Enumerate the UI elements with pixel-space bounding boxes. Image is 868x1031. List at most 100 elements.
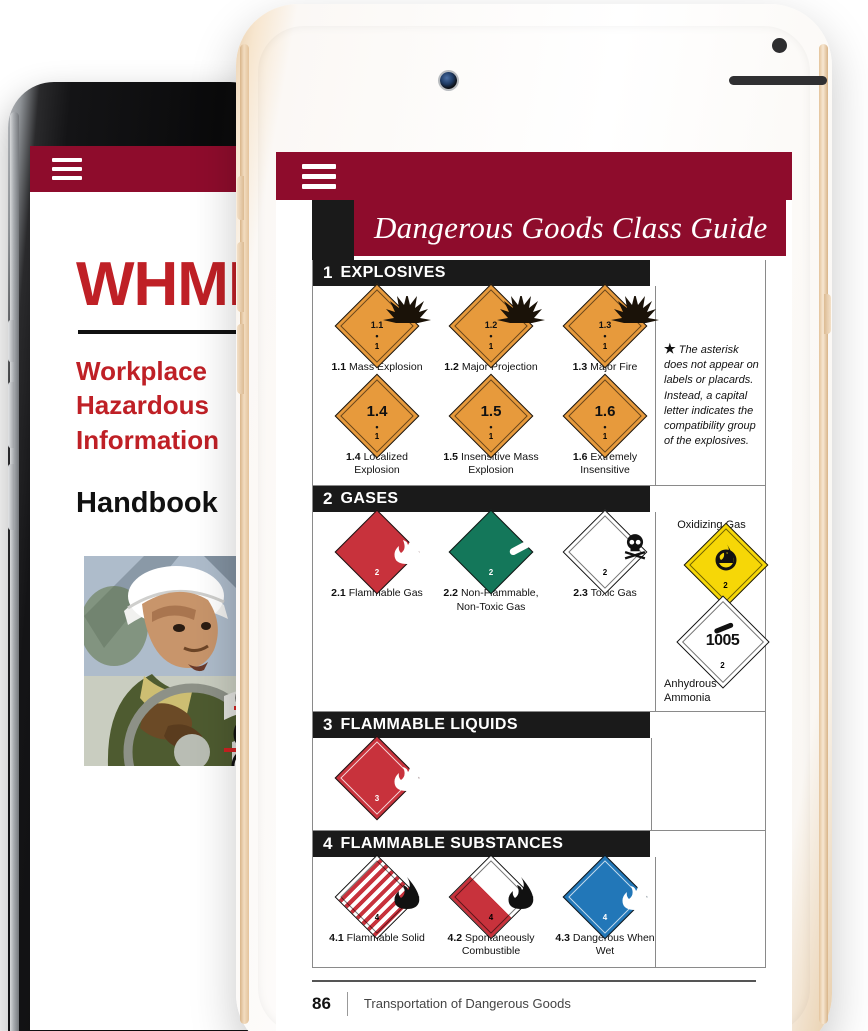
asterisk-marker: ★ bbox=[664, 341, 676, 356]
footer-text: Transportation of Dangerous Goods bbox=[363, 996, 571, 1012]
section-body-explosives: 1.1 • 1 1.1 Mass Explosion 1.2 • 1 1.2 M… bbox=[313, 283, 765, 487]
asterisk-note-text: The asterisk does not appear on labels o… bbox=[664, 344, 759, 448]
placard-class-digit: 3 bbox=[374, 794, 380, 804]
placard-class-digit: 1 bbox=[374, 342, 380, 351]
placard-class-digit: 2 bbox=[374, 568, 380, 578]
guide-banner-row: Dangerous Goods Class Guide bbox=[276, 200, 792, 260]
section-header-explosives: 1 Explosives bbox=[313, 260, 650, 286]
placard-row: 1.4 • 1 1.4 Localized Explosion 1.5 • 1 … bbox=[313, 373, 655, 477]
section-number: 1 bbox=[323, 263, 333, 282]
placard-cell-3[interactable]: 3 bbox=[327, 735, 427, 821]
placard-caption-name: Localized Explosion bbox=[354, 451, 408, 477]
placard-cell-2-3[interactable]: 2 2.3 Toxic Gas bbox=[555, 509, 655, 613]
placard-cell-1-4[interactable]: 1.4 • 1 1.4 Localized Explosion bbox=[327, 373, 427, 477]
front-phone-volume-up-button[interactable] bbox=[237, 242, 244, 312]
placard-row: 1.1 • 1 1.1 Mass Explosion 1.2 • 1 1.2 M… bbox=[313, 283, 659, 374]
placard-diamond: 2 bbox=[448, 509, 534, 595]
placard-cell-4-2[interactable]: 4 4.2 Spontaneously Combustible bbox=[441, 854, 541, 958]
hamburger-menu-icon[interactable] bbox=[52, 158, 82, 180]
placard-caption-name: Flammable Gas bbox=[348, 587, 423, 600]
section-title: Gases bbox=[340, 490, 399, 508]
placard-caption-name: Major Fire bbox=[590, 361, 638, 373]
placard-class-digit: 1 bbox=[602, 432, 608, 442]
placard-code: 1.2 bbox=[484, 319, 498, 330]
placard-caption-code: 1.6 bbox=[572, 451, 588, 464]
placard-class-digit: 4 bbox=[374, 913, 380, 923]
placard-row: 4 4.1 Flammable Solid 4 4.2 Spontaneousl… bbox=[313, 854, 655, 958]
placard-class-digit: 4 bbox=[602, 913, 608, 923]
back-phone-silent-switch[interactable] bbox=[8, 320, 14, 362]
placard-class-digit: 2 bbox=[723, 580, 728, 590]
flammable-substances-side-panel bbox=[655, 857, 765, 967]
placard-cell-4-1[interactable]: 4 4.1 Flammable Solid bbox=[327, 854, 427, 958]
dangerous-goods-guide-page: Dangerous Goods Class Guide 1 Explosives bbox=[276, 200, 792, 1016]
front-phone-silent-switch[interactable] bbox=[237, 176, 244, 220]
section-gases: 2 Gases bbox=[313, 486, 770, 713]
section-flammable-substances: 4 Flammable Substances bbox=[313, 831, 765, 968]
earpiece-speaker bbox=[729, 76, 827, 85]
gases-side-panel: Oxidizing Gas 2 1005 2 Anhydrous Ammonia bbox=[655, 512, 770, 712]
back-phone-screen: WHMIS Workplace Hazardous Information Ha… bbox=[30, 146, 262, 1030]
placard-diamond: 1.2 • 1 bbox=[448, 283, 545, 369]
back-phone-volume-down-button[interactable] bbox=[8, 464, 14, 530]
section-number: 2 bbox=[323, 489, 333, 509]
front-phone-screen: Dangerous Goods Class Guide 1 Explosives bbox=[276, 152, 792, 1031]
placard-caption-code: 4.1 bbox=[329, 932, 344, 945]
front-phone-power-button[interactable] bbox=[824, 294, 831, 334]
section-header-flammable-substances: 4 Flammable Substances bbox=[313, 831, 650, 858]
placard-class-digit: 2 bbox=[602, 568, 608, 578]
placard-caption-code: 1.5 bbox=[443, 451, 459, 464]
handbook-label: Handbook bbox=[76, 486, 218, 519]
explosives-note-panel: ★ The asterisk does not appear on labels… bbox=[655, 286, 765, 486]
placard-anhydrous-ammonia[interactable]: 1005 2 bbox=[675, 595, 770, 689]
placard-cell-2-1[interactable]: 2 2.1 Flammable Gas bbox=[327, 509, 427, 613]
section-body-flammable-substances: 4 4.1 Flammable Solid 4 4.2 Spontaneousl… bbox=[313, 854, 765, 968]
section-header-flammable-liquids: 3 Flammable Liquids bbox=[313, 712, 650, 739]
placard-caption-name: Extremely Insensitive bbox=[580, 451, 638, 477]
placard-row: 3 bbox=[313, 735, 651, 821]
placard-diamond: 2 bbox=[334, 509, 420, 595]
placard-code: 1.5 bbox=[480, 402, 502, 420]
placard-caption-code: 4.3 bbox=[555, 932, 570, 945]
whmis-subtitle-line-3: Information bbox=[76, 424, 219, 455]
placard-cell-1-6[interactable]: 1.6 • 1 1.6 Extremely Insensitive bbox=[555, 373, 655, 477]
section-body-gases: 2 2.1 Flammable Gas 2 2.2 Non-Flammable,… bbox=[313, 509, 770, 713]
placard-cell-1-2[interactable]: 1.2 • 1 1.2 Major Projection bbox=[441, 283, 545, 374]
placard-cell-4-3[interactable]: 4 4.3 Dangerous When Wet bbox=[555, 854, 655, 958]
placard-cell-1-5[interactable]: 1.5 • 1 1.5 Insensitive Mass Explosion bbox=[441, 373, 541, 477]
section-flammable-liquids: 3 Flammable Liquids bbox=[313, 712, 765, 832]
section-explosives: 1 Explosives bbox=[313, 260, 765, 487]
placard-caption-name: Toxic Gas bbox=[590, 587, 637, 600]
placard-class-digit: 1 bbox=[602, 342, 608, 351]
placard-row: 2 2.1 Flammable Gas 2 2.2 Non-Flammable,… bbox=[313, 509, 655, 613]
placard-diamond: 1.5 • 1 bbox=[448, 373, 534, 459]
placard-caption-name: Dangerous When Wet bbox=[572, 932, 655, 958]
front-camera-icon bbox=[440, 72, 457, 89]
banner-black-tab bbox=[312, 200, 354, 260]
placard-caption-name: Insensitive Mass Explosion bbox=[460, 451, 539, 477]
placard-diamond: 4 bbox=[562, 854, 648, 940]
footer-divider bbox=[346, 991, 348, 1016]
section-title: Explosives bbox=[340, 264, 446, 281]
guide-body: 1 Explosives bbox=[312, 260, 770, 968]
front-phone-volume-down-button[interactable] bbox=[237, 324, 244, 394]
section-body-flammable-liquids: 3 bbox=[313, 735, 765, 832]
guide-footer: 86 Transportation of Dangerous Goods bbox=[312, 979, 756, 1016]
back-phone-volume-up-button[interactable] bbox=[8, 382, 14, 448]
placard-oxidizing-gas[interactable]: 2 bbox=[683, 522, 768, 608]
placard-caption-code: 1.1 bbox=[331, 361, 347, 373]
placard-diamond: 1.3 • 1 bbox=[562, 283, 659, 369]
placard-class-digit: 1 bbox=[488, 342, 494, 351]
placard-class-digit: 4 bbox=[488, 913, 494, 923]
placard-cell-2-2[interactable]: 2 2.2 Non-Flammable, Non-Toxic Gas bbox=[441, 509, 541, 613]
placard-class-digit: 1 bbox=[374, 432, 380, 442]
placard-cell-1-3[interactable]: 1.3 • 1 1.3 Major Fire bbox=[555, 283, 659, 374]
placard-class-digit: 1 bbox=[488, 432, 494, 442]
placard-diamond: 2 bbox=[562, 509, 648, 595]
back-phone-content: WHMIS Workplace Hazardous Information Ha… bbox=[30, 192, 262, 766]
hamburger-menu-icon[interactable] bbox=[302, 163, 336, 189]
placard-caption-code: 1.2 bbox=[444, 361, 459, 373]
back-phone-navbar bbox=[30, 146, 262, 192]
placard-caption-name: Spontaneously Combustible bbox=[461, 932, 535, 958]
placard-cell-1-1[interactable]: 1.1 • 1 1.1 Mass Explosion bbox=[327, 283, 431, 374]
